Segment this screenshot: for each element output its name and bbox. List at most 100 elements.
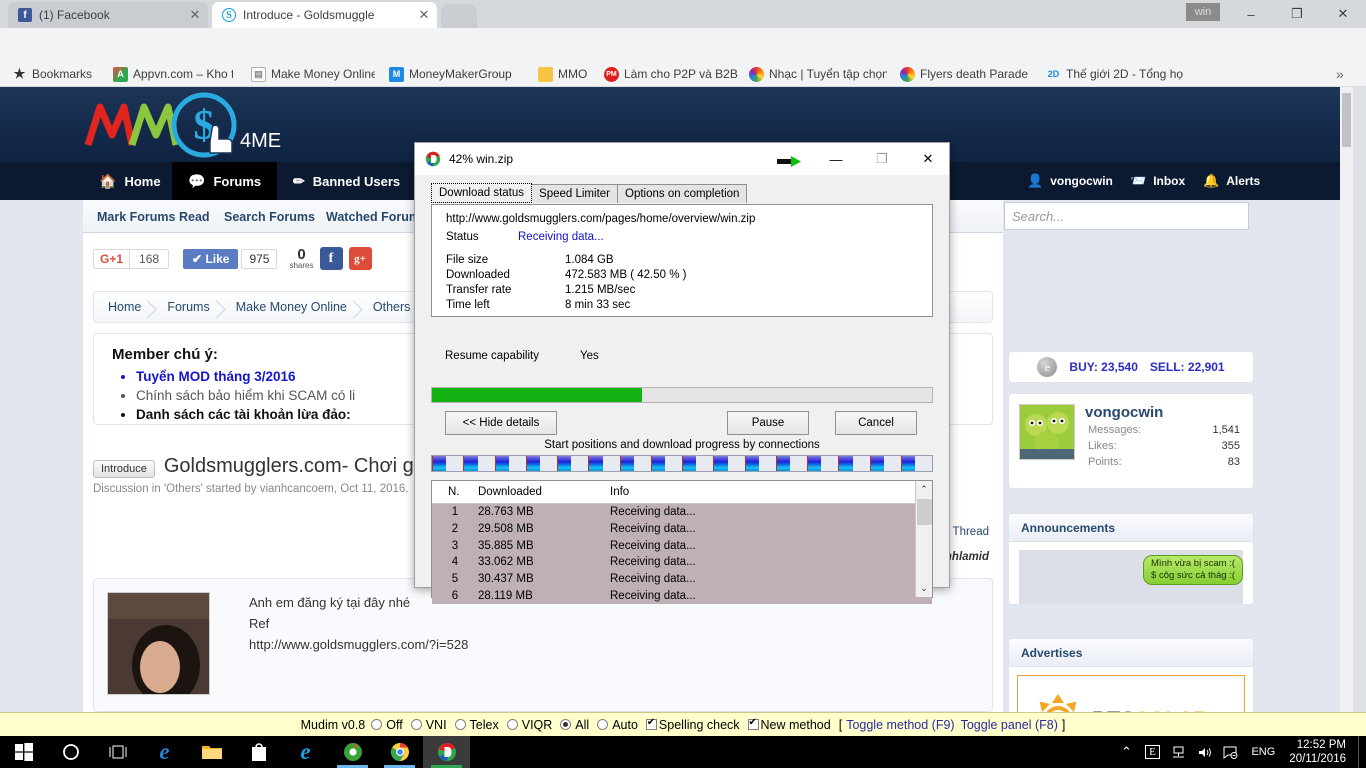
nav-item-home[interactable]: 🏠 Home	[83, 162, 177, 200]
internet-explorer-icon[interactable]: e	[282, 736, 329, 768]
close-icon[interactable]: ✕	[417, 7, 431, 23]
connections-table[interactable]: N. Downloaded Info 1 28.763 MB Receiving d…	[431, 480, 933, 605]
bookmark-make-money-online[interactable]: ▤Make Money Online w	[251, 61, 375, 87]
radio-icon[interactable]	[560, 719, 572, 730]
bookmark-mmo[interactable]: MMO	[538, 61, 590, 87]
subnav-mark-forums-read[interactable]: Mark Forums Read	[97, 200, 210, 233]
table-row[interactable]: 4 33.062 MB Receiving data...	[432, 554, 932, 571]
table-row[interactable]: 6 28.119 MB Receiving data...	[432, 587, 932, 605]
mudim-radio-off[interactable]: Off	[365, 718, 403, 732]
table-scrollbar[interactable]: ⌃ ⌄	[915, 481, 932, 597]
breadcrumb-others[interactable]: Others	[359, 300, 423, 314]
hide-details-button[interactable]: << Hide details	[445, 411, 557, 435]
cancel-button[interactable]: Cancel	[835, 411, 917, 435]
network-tray-icon[interactable]	[1165, 736, 1191, 768]
idm-taskbar-icon[interactable]	[423, 736, 470, 768]
radio-icon[interactable]	[371, 719, 383, 730]
chevron-up-icon[interactable]: ⌃	[916, 481, 932, 498]
table-row[interactable]: 5 30.437 MB Receiving data...	[432, 570, 932, 588]
table-row[interactable]: 1 28.763 MB Receiving data...	[432, 504, 932, 521]
tab-download-status[interactable]: Download status	[431, 183, 533, 203]
mudim-radio-all[interactable]: All	[554, 718, 589, 732]
tab-options-on-completion[interactable]: Options on completion	[617, 184, 748, 203]
post-link[interactable]: http://www.goldsmugglers.com/?i=528	[249, 634, 468, 655]
avatar[interactable]	[1019, 404, 1075, 460]
nav-item-inbox[interactable]: 📨 Inbox	[1130, 162, 1185, 200]
pause-button[interactable]: Pause	[727, 411, 809, 435]
edge-taskbar-icon[interactable]: e	[141, 736, 188, 768]
clock[interactable]: 12:52 PM 20/11/2016	[1283, 738, 1358, 766]
close-icon[interactable]: ✕	[188, 7, 202, 23]
browser-tab-facebook[interactable]: f (1) Facebook ✕	[8, 2, 208, 28]
mudim-toggle-method-link[interactable]: Toggle method (F9)	[846, 718, 954, 732]
start-button[interactable]	[0, 736, 47, 768]
bookmark-bookmarks[interactable]: ★ Bookmarks	[12, 61, 92, 87]
nav-item-forums[interactable]: 💬 Forums	[172, 162, 278, 200]
dialog-minimize-button[interactable]: —	[813, 143, 859, 175]
chrome-icon[interactable]	[376, 736, 423, 768]
scrollbar-thumb[interactable]	[1342, 93, 1351, 147]
site-logo[interactable]: $ 4ME	[80, 91, 300, 159]
scrollbar-thumb[interactable]	[917, 499, 932, 525]
store-icon[interactable]	[235, 736, 282, 768]
checkbox-icon[interactable]	[645, 717, 657, 730]
bookmark-appvn[interactable]: AAppvn.com – Kho tải ứ	[113, 61, 233, 87]
breadcrumb-home[interactable]: Home	[94, 300, 153, 314]
chevron-down-icon[interactable]: ⌄	[916, 580, 932, 597]
thread-prefix-badge[interactable]: Introduce	[93, 460, 155, 478]
user-card-name[interactable]: vongocwin	[1085, 404, 1243, 421]
tab-speed-limiter[interactable]: Speed Limiter	[531, 184, 618, 203]
google-plus-share-icon[interactable]: g+	[348, 247, 372, 270]
subnav-search-forums[interactable]: Search Forums	[224, 200, 315, 233]
mudim-checkbox-spelling[interactable]: Spelling check	[640, 717, 740, 732]
mudim-radio-auto[interactable]: Auto	[591, 718, 638, 732]
volume-tray-icon[interactable]	[1191, 736, 1217, 768]
site-search-box[interactable]: Search...	[1004, 202, 1249, 230]
mudim-radio-vni[interactable]: VNI	[405, 718, 447, 732]
breadcrumb-make-money-online[interactable]: Make Money Online	[222, 300, 359, 314]
mudim-toggle-panel-link[interactable]: Toggle panel (F8)	[961, 718, 1058, 732]
nav-item-alerts[interactable]: 🔔 Alerts	[1203, 162, 1260, 200]
radio-icon[interactable]	[454, 719, 466, 730]
bookmark-lam-cho-p2p[interactable]: PM Làm cho P2P và B2B tỉ	[604, 61, 738, 87]
radio-icon[interactable]	[506, 719, 518, 730]
dialog-close-button[interactable]: ✕	[905, 143, 951, 175]
nav-item-user[interactable]: 👤 vongocwin	[1027, 162, 1113, 200]
bookmark-moneymakergroup[interactable]: M MoneyMakerGroup	[389, 61, 519, 87]
radio-icon[interactable]	[410, 719, 422, 730]
bookmark-nhac[interactable]: Nhạc | Tuyển tập chọn	[749, 61, 887, 87]
btcsolar-banner[interactable]: B BTCSOLAR	[1017, 675, 1245, 712]
cortana-search-button[interactable]	[47, 736, 94, 768]
google-plus-one[interactable]: G+1 168	[93, 248, 170, 269]
bookmarks-overflow-button[interactable]: »	[1336, 61, 1344, 87]
idm-download-dialog[interactable]: 42% win.zip — ❐ ✕ Download status Speed …	[414, 142, 950, 605]
mudim-radio-viqr[interactable]: VIQR	[501, 718, 552, 732]
window-close-button[interactable]: ✕	[1320, 0, 1366, 28]
table-row[interactable]: 2 29.508 MB Receiving data...	[432, 520, 932, 538]
checkbox-icon[interactable]	[747, 717, 759, 730]
language-indicator[interactable]: ENG	[1243, 746, 1283, 758]
facebook-like[interactable]: ✔ Like 975	[183, 248, 278, 269]
task-view-button[interactable]	[94, 736, 141, 768]
page-scrollbar[interactable]	[1340, 87, 1353, 712]
mudim-radio-telex[interactable]: Telex	[449, 718, 499, 732]
announcement-image[interactable]: Mình vừa bị scam :( $ côg sức cả thág :(	[1019, 550, 1243, 604]
mudim-checkbox-new-method[interactable]: New method	[742, 717, 831, 732]
breadcrumb-forums[interactable]: Forums	[153, 300, 221, 314]
file-explorer-icon[interactable]	[188, 736, 235, 768]
table-row[interactable]: 3 35.885 MB Receiving data...	[432, 537, 932, 555]
dialog-title-bar[interactable]: 42% win.zip — ❐ ✕	[415, 143, 949, 175]
tray-chevron-up-icon[interactable]: ⌃	[1113, 736, 1139, 768]
nav-item-banned-users[interactable]: ✏ Banned Users	[277, 162, 416, 200]
evernote-tray-icon[interactable]: E	[1139, 736, 1165, 768]
bookmark-the-gioi-2d[interactable]: 2D Thế giới 2D - Tổng họ	[1046, 61, 1186, 87]
unikey-icon[interactable]	[329, 736, 376, 768]
subnav-watched-forums[interactable]: Watched Forums	[326, 200, 427, 233]
radio-icon[interactable]	[597, 719, 609, 730]
bookmark-flyers-death-parade[interactable]: Flyers death Parade O	[900, 61, 1032, 87]
window-minimize-button[interactable]: –	[1228, 0, 1274, 28]
browser-tab-introduce[interactable]: S Introduce - Goldsmuggle ✕	[212, 2, 437, 28]
new-tab-button[interactable]	[441, 4, 477, 28]
avatar[interactable]	[107, 592, 210, 695]
facebook-share-icon[interactable]: f	[319, 247, 343, 270]
